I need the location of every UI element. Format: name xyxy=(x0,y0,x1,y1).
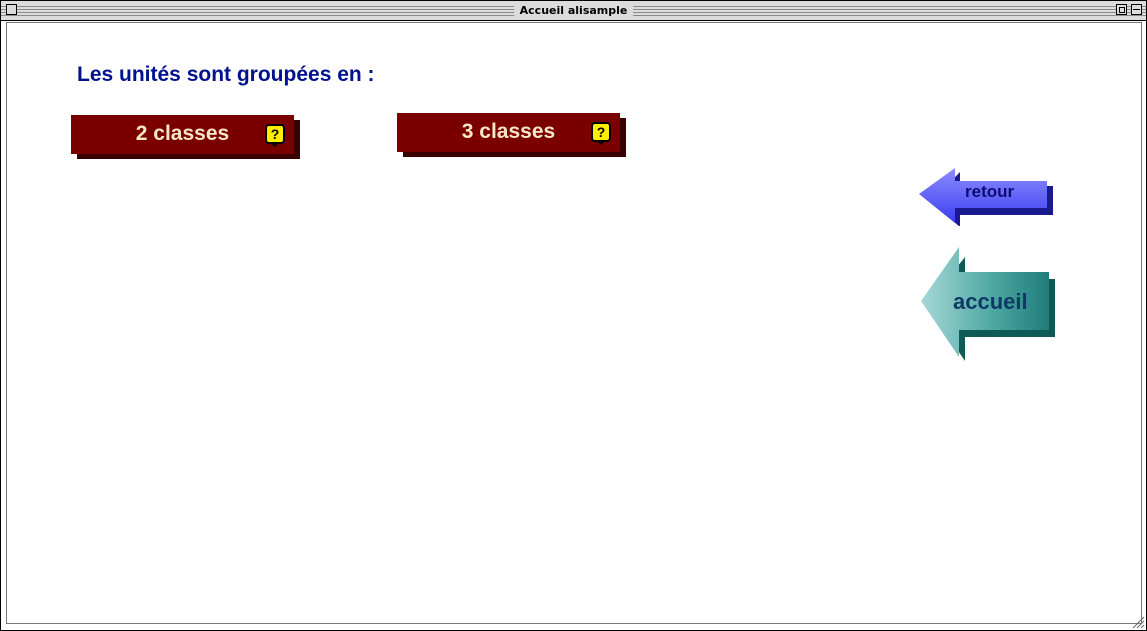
zoom-box-icon[interactable] xyxy=(1116,4,1127,15)
back-button[interactable]: retour xyxy=(919,168,1054,226)
help-icon[interactable]: ? xyxy=(265,124,285,147)
home-button[interactable]: accueil xyxy=(921,247,1057,363)
three-classes-label: 3 classes xyxy=(461,120,556,143)
window-title: Accueil alisample xyxy=(513,3,634,18)
back-label: retour xyxy=(965,182,1015,201)
home-label: accueil xyxy=(953,289,1028,314)
two-classes-button[interactable]: 2 classes ? xyxy=(71,115,294,154)
page-heading: Les unités sont groupées en : xyxy=(77,63,375,86)
collapse-box-icon[interactable] xyxy=(1131,4,1142,15)
two-classes-label: 2 classes xyxy=(135,122,230,145)
close-box-icon[interactable] xyxy=(6,4,17,15)
help-icon[interactable]: ? xyxy=(591,122,611,145)
resize-grip-icon[interactable] xyxy=(1131,615,1145,629)
app-window: Accueil alisample Les unités sont groupé… xyxy=(0,0,1147,631)
three-classes-button[interactable]: 3 classes ? xyxy=(397,113,620,152)
content-area: Les unités sont groupées en : 2 classes … xyxy=(6,22,1142,624)
title-bar[interactable]: Accueil alisample xyxy=(1,1,1146,21)
